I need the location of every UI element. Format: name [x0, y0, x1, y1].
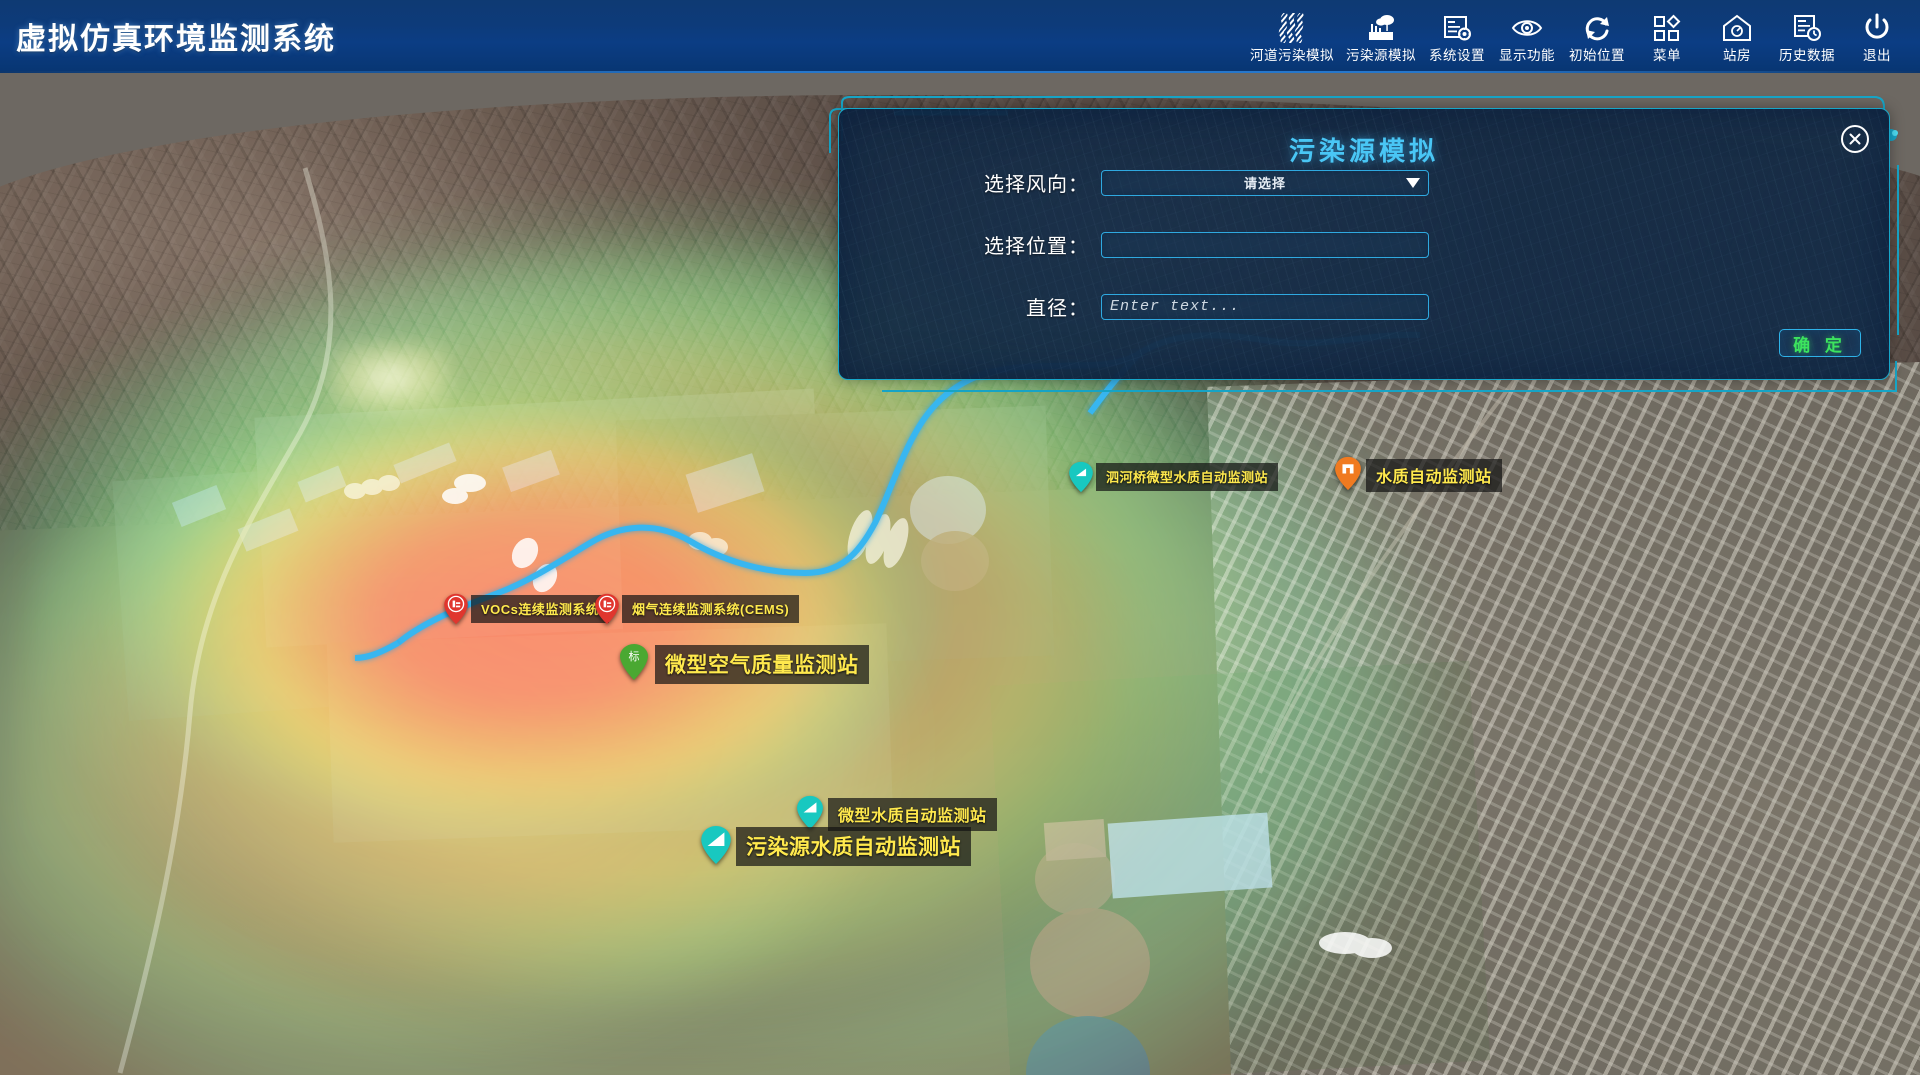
field-row-diameter: 直径： Enter text... — [929, 292, 1429, 321]
tool-history-data[interactable]: 历史数据 — [1772, 7, 1842, 66]
tool-label: 污染源模拟 — [1346, 48, 1416, 63]
map-marker-vocs-continuous-monitoring[interactable]: VOCs连续监测系统 — [443, 593, 610, 625]
location-label: 选择位置： — [984, 236, 1089, 258]
power-exit-icon — [1862, 11, 1892, 45]
tool-label: 历史数据 — [1779, 48, 1835, 63]
app-header: 虚拟仿真环境监测系统 河道污染模拟 污染源模拟 系统设置 显示功能 初始位置 菜… — [0, 0, 1920, 73]
map-marker-water-quality-auto-station[interactable]: 水质自动监测站 — [1334, 456, 1502, 494]
map-marker-cems-flue-gas-monitoring[interactable]: 烟气连续监测系统(CEMS) — [594, 593, 800, 625]
factory-pollution-icon — [1366, 11, 1396, 45]
wind-direction-label: 选择风向： — [984, 174, 1089, 196]
tool-pollution-source-simulation[interactable]: 污染源模拟 — [1340, 7, 1422, 66]
tool-label: 系统设置 — [1429, 48, 1485, 63]
dialog-panel: 污染源模拟 选择风向： 请选择 选择位置： 直径： Enter text... … — [838, 108, 1890, 380]
tool-display-functions[interactable]: 显示功能 — [1492, 7, 1562, 66]
field-row-location: 选择位置： — [929, 230, 1429, 259]
station-house-icon — [1722, 11, 1752, 45]
tool-menu[interactable]: 菜单 — [1632, 7, 1702, 66]
application-root: 虚拟仿真环境监测系统 河道污染模拟 污染源模拟 系统设置 显示功能 初始位置 菜… — [0, 0, 1920, 1075]
reset-position-icon — [1582, 11, 1612, 45]
air-monitor-pin — [594, 593, 620, 625]
tool-initial-position[interactable]: 初始位置 — [1562, 7, 1632, 66]
map-marker-micro-air-quality-station[interactable]: 标 微型空气质量监测站 — [619, 643, 869, 685]
diameter-label: 直径： — [1026, 298, 1089, 320]
history-data-icon — [1792, 11, 1822, 45]
page-title: 虚拟仿真环境监测系统 — [16, 22, 336, 56]
air-quality-pin: 标 — [619, 643, 653, 685]
tool-label: 站房 — [1723, 48, 1751, 63]
water-station-pin — [1334, 456, 1364, 494]
field-row-wind-direction: 选择风向： 请选择 — [929, 168, 1429, 197]
tool-label: 初始位置 — [1569, 48, 1625, 63]
tool-exit[interactable]: 退出 — [1842, 7, 1912, 66]
tool-label: 退出 — [1863, 48, 1891, 63]
map-marker-label: 烟气连续监测系统(CEMS) — [622, 595, 800, 623]
river-pollution-icon — [1277, 11, 1307, 45]
dialog-title: 污染源模拟 — [1288, 136, 1439, 166]
tool-label: 显示功能 — [1499, 48, 1555, 63]
map-marker-label: 水质自动监测站 — [1366, 458, 1502, 492]
diameter-input[interactable]: Enter text... — [1101, 293, 1429, 320]
wind-direction-select[interactable]: 请选择 — [1101, 169, 1429, 196]
map-marker-label: 泗河桥微型水质自动监测站 — [1096, 463, 1279, 491]
wind-direction-value: 请选择 — [1243, 176, 1286, 191]
air-monitor-pin — [443, 593, 469, 625]
confirm-button[interactable]: 确 定 — [1779, 329, 1861, 357]
svg-text:标: 标 — [629, 649, 640, 663]
header-toolbar: 河道污染模拟 污染源模拟 系统设置 显示功能 初始位置 菜单 站房 历史数据 退… — [1244, 0, 1912, 73]
close-icon[interactable] — [1841, 125, 1869, 153]
location-input[interactable] — [1101, 231, 1429, 258]
water-quality-pin — [700, 825, 734, 867]
map-marker-label: VOCs连续监测系统 — [471, 595, 610, 623]
system-settings-icon — [1442, 11, 1472, 45]
map-marker-sihe-bridge-micro-water-station[interactable]: 泗河桥微型水质自动监测站 — [1068, 461, 1279, 493]
water-quality-pin — [1068, 461, 1094, 493]
tool-label: 菜单 — [1653, 48, 1681, 63]
map-marker-label: 污染源水质自动监测站 — [736, 826, 971, 866]
diameter-placeholder: Enter text... — [1110, 298, 1241, 315]
tool-station-house[interactable]: 站房 — [1702, 7, 1772, 66]
pollution-source-simulation-dialog[interactable]: 污染源模拟 选择风向： 请选择 选择位置： 直径： Enter text... … — [828, 95, 1908, 395]
map-marker-label: 微型空气质量监测站 — [655, 644, 869, 684]
chevron-down-icon — [1406, 177, 1420, 188]
eye-display-icon — [1511, 11, 1543, 45]
tool-system-settings[interactable]: 系统设置 — [1422, 7, 1492, 66]
tool-label: 河道污染模拟 — [1250, 48, 1334, 63]
map-marker-pollution-source-water-station[interactable]: 污染源水质自动监测站 — [700, 825, 971, 867]
menu-grid-icon — [1652, 11, 1682, 45]
tool-river-pollution-simulation[interactable]: 河道污染模拟 — [1244, 7, 1340, 66]
